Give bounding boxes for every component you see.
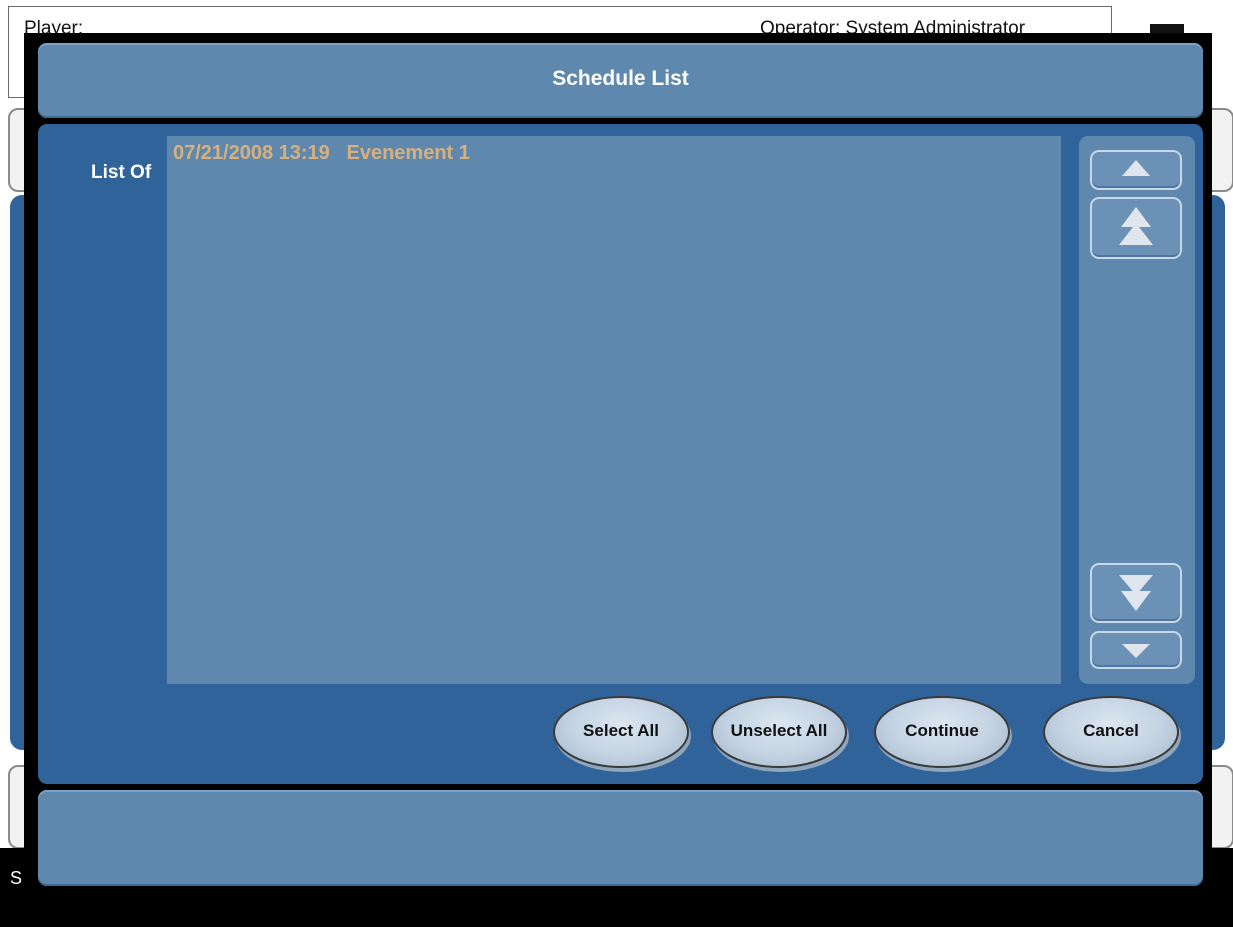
continue-button[interactable]: Continue [874, 696, 1010, 768]
double-arrow-down-icon [1119, 575, 1153, 611]
double-arrow-up-icon [1119, 207, 1153, 245]
dialog-body: List Of 07/21/2008 13:19 Evenement 1 Sel… [38, 124, 1203, 784]
dialog-title-bar: Schedule List [38, 43, 1203, 118]
list-item-name: Evenement 1 [346, 142, 470, 164]
list-of-label: List Of [91, 162, 152, 183]
dialog-title: Schedule List [552, 67, 689, 90]
scrollbar[interactable] [1079, 136, 1195, 684]
arrow-up-icon [1122, 160, 1150, 176]
scroll-down-button[interactable] [1090, 631, 1182, 669]
list-item[interactable]: 07/21/2008 13:19 Evenement 1 [173, 142, 470, 165]
list-item-date: 07/21/2008 13:19 [173, 142, 330, 164]
unselect-all-button[interactable]: Unselect All [711, 696, 847, 768]
schedule-list-dialog: Schedule List List Of 07/21/2008 13:19 E… [24, 33, 1212, 896]
schedule-list[interactable]: 07/21/2008 13:19 Evenement 1 [167, 136, 1061, 684]
scroll-up-button[interactable] [1090, 150, 1182, 190]
dialog-footer [38, 790, 1203, 886]
page-up-button[interactable] [1090, 197, 1182, 259]
select-all-button[interactable]: Select All [553, 696, 689, 768]
arrow-down-icon [1122, 644, 1150, 658]
page-down-button[interactable] [1090, 563, 1182, 623]
cancel-button[interactable]: Cancel [1043, 696, 1179, 768]
